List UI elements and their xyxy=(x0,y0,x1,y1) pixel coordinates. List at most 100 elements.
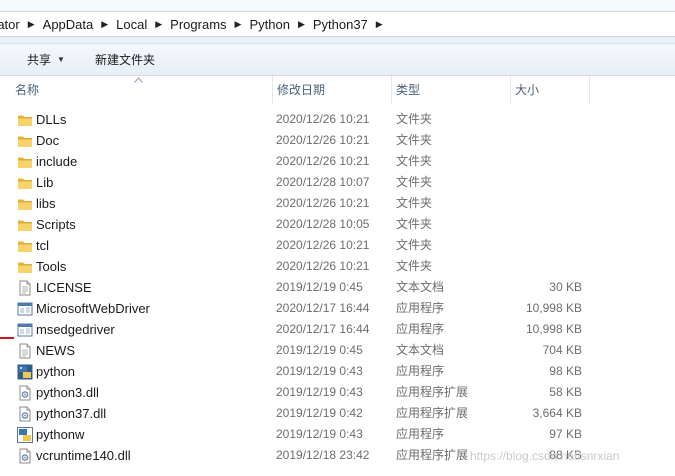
file-type: 应用程序 xyxy=(396,322,445,336)
annotation-mark xyxy=(0,337,14,339)
file-size: 10,998 KB xyxy=(525,322,582,336)
file-row[interactable]: python3.dll 2019/12/19 0:43 应用程序扩展 58 KB xyxy=(0,382,675,403)
breadcrumb-item[interactable]: Local xyxy=(114,17,153,32)
text-file-icon xyxy=(17,280,33,296)
folder-icon xyxy=(17,175,33,191)
file-name: NEWS xyxy=(36,343,75,358)
file-size: 97 KB xyxy=(549,427,582,441)
file-name: tcl xyxy=(36,238,49,253)
column-header: 名称 修改日期 类型 大小 xyxy=(0,76,675,104)
application-icon xyxy=(17,322,33,338)
file-row[interactable]: Doc 2020/12/26 10:21 文件夹 xyxy=(0,130,675,151)
file-date: 2019/12/19 0:43 xyxy=(276,364,363,378)
file-row[interactable]: MicrosoftWebDriver 2020/12/17 16:44 应用程序 10… xyxy=(0,298,675,319)
file-size: 10,998 KB xyxy=(525,301,582,315)
breadcrumb-chevron-icon[interactable]: ▶ xyxy=(296,19,311,30)
file-type: 应用程序 xyxy=(396,301,445,315)
file-type: 文件夹 xyxy=(396,259,433,273)
text-file-icon xyxy=(17,343,33,359)
file-row[interactable]: pythonw 2019/12/19 0:43 应用程序 97 KB xyxy=(0,424,675,445)
file-date: 2020/12/26 10:21 xyxy=(276,196,370,210)
breadcrumb-item[interactable]: Python37 xyxy=(311,17,374,32)
file-name: include xyxy=(36,154,78,169)
file-row[interactable]: LICENSE 2019/12/19 0:45 文本文档 30 KB xyxy=(0,277,675,298)
file-row[interactable]: tcl 2020/12/26 10:21 文件夹 xyxy=(0,235,675,256)
breadcrumb-item[interactable]: AppData xyxy=(41,17,100,32)
breadcrumb-chevron-icon[interactable]: ▶ xyxy=(153,19,168,30)
breadcrumb-item[interactable]: rator xyxy=(0,17,26,32)
file-date: 2020/12/26 10:21 xyxy=(276,133,370,147)
file-row[interactable]: Lib 2020/12/28 10:07 文件夹 xyxy=(0,172,675,193)
file-type: 文件夹 xyxy=(396,217,433,231)
file-type: 文本文档 xyxy=(396,280,445,294)
file-date: 2020/12/26 10:21 xyxy=(276,238,370,252)
file-type: 文件夹 xyxy=(396,112,433,126)
new-folder-label: 新建文件夹 xyxy=(94,53,155,67)
file-size: 30 KB xyxy=(549,280,582,294)
file-name: Tools xyxy=(36,259,67,274)
file-name: Lib xyxy=(36,175,54,190)
file-row[interactable]: include 2020/12/26 10:21 文件夹 xyxy=(0,151,675,172)
file-type: 文本文档 xyxy=(396,343,445,357)
file-date: 2020/12/28 10:05 xyxy=(276,217,370,231)
file-type: 应用程序 xyxy=(396,364,445,378)
file-type: 应用程序扩展 xyxy=(396,448,469,462)
new-folder-button[interactable]: 新建文件夹 xyxy=(95,48,155,72)
folder-icon xyxy=(17,133,33,149)
file-date: 2019/12/19 0:45 xyxy=(276,280,363,294)
python-icon xyxy=(17,364,33,380)
watermark: https://blog.csdn.net/snrxian xyxy=(470,449,620,463)
file-name: msedgedriver xyxy=(36,322,115,337)
file-name: pythonw xyxy=(36,427,85,442)
file-row[interactable]: libs 2020/12/26 10:21 文件夹 xyxy=(0,193,675,214)
file-row[interactable]: python 2019/12/19 0:43 应用程序 98 KB xyxy=(0,361,675,382)
file-type: 应用程序扩展 xyxy=(396,385,469,399)
column-name-header[interactable]: 名称 xyxy=(11,76,270,104)
breadcrumb-item[interactable]: Python xyxy=(247,17,295,32)
file-date: 2019/12/19 0:45 xyxy=(276,343,363,357)
file-type: 文件夹 xyxy=(396,196,433,210)
file-row[interactable]: python37.dll 2019/12/19 0:42 应用程序扩展 3,664 K… xyxy=(0,403,675,424)
breadcrumb-item[interactable]: Programs xyxy=(168,17,232,32)
file-name: libs xyxy=(36,196,56,211)
folder-icon xyxy=(17,238,33,254)
column-size-header[interactable]: 大小 xyxy=(510,76,590,104)
dll-icon xyxy=(17,385,33,401)
chevron-down-icon: ▼ xyxy=(57,55,65,64)
column-type-header[interactable]: 类型 xyxy=(391,76,509,104)
file-type: 文件夹 xyxy=(396,175,433,189)
breadcrumb[interactable]: rator▶ AppData▶ Local▶ Programs▶ Python▶… xyxy=(0,11,675,37)
file-type: 应用程序扩展 xyxy=(396,406,469,420)
file-name: Scripts xyxy=(36,217,76,232)
file-size: 704 KB xyxy=(542,343,582,357)
file-row[interactable]: msedgedriver 2020/12/17 16:44 应用程序 10,998 K… xyxy=(0,319,675,340)
file-date: 2020/12/28 10:07 xyxy=(276,175,370,189)
file-date: 2019/12/18 23:42 xyxy=(276,448,370,462)
file-type: 文件夹 xyxy=(396,133,433,147)
file-name: MicrosoftWebDriver xyxy=(36,301,150,316)
share-label: 共享 xyxy=(27,53,52,67)
folder-icon xyxy=(17,154,33,170)
file-name: python3.dll xyxy=(36,385,99,400)
folder-icon xyxy=(17,196,33,212)
column-date-header[interactable]: 修改日期 xyxy=(272,76,390,104)
file-row[interactable]: NEWS 2019/12/19 0:45 文本文档 704 KB xyxy=(0,340,675,361)
breadcrumb-chevron-icon[interactable]: ▶ xyxy=(26,19,41,30)
file-date: 2019/12/19 0:43 xyxy=(276,385,363,399)
file-date: 2020/12/26 10:21 xyxy=(276,154,370,168)
breadcrumb-chevron-icon[interactable]: ▶ xyxy=(233,19,248,30)
file-date: 2020/12/26 10:21 xyxy=(276,112,370,126)
file-date: 2020/12/26 10:21 xyxy=(276,259,370,273)
file-date: 2019/12/19 0:42 xyxy=(276,406,363,420)
file-row[interactable]: DLLs 2020/12/26 10:21 文件夹 xyxy=(0,109,675,130)
breadcrumb-chevron-icon[interactable]: ▶ xyxy=(99,19,114,30)
file-row[interactable]: Tools 2020/12/26 10:21 文件夹 xyxy=(0,256,675,277)
file-size: 3,664 KB xyxy=(532,406,582,420)
folder-icon xyxy=(17,217,33,233)
file-row[interactable]: Scripts 2020/12/28 10:05 文件夹 xyxy=(0,214,675,235)
file-date: 2019/12/19 0:43 xyxy=(276,427,363,441)
share-button[interactable]: 共享 ▼ xyxy=(27,48,65,72)
file-name: python xyxy=(36,364,76,379)
breadcrumb-chevron-icon[interactable]: ▶ xyxy=(374,19,389,30)
file-name: Doc xyxy=(36,133,60,148)
